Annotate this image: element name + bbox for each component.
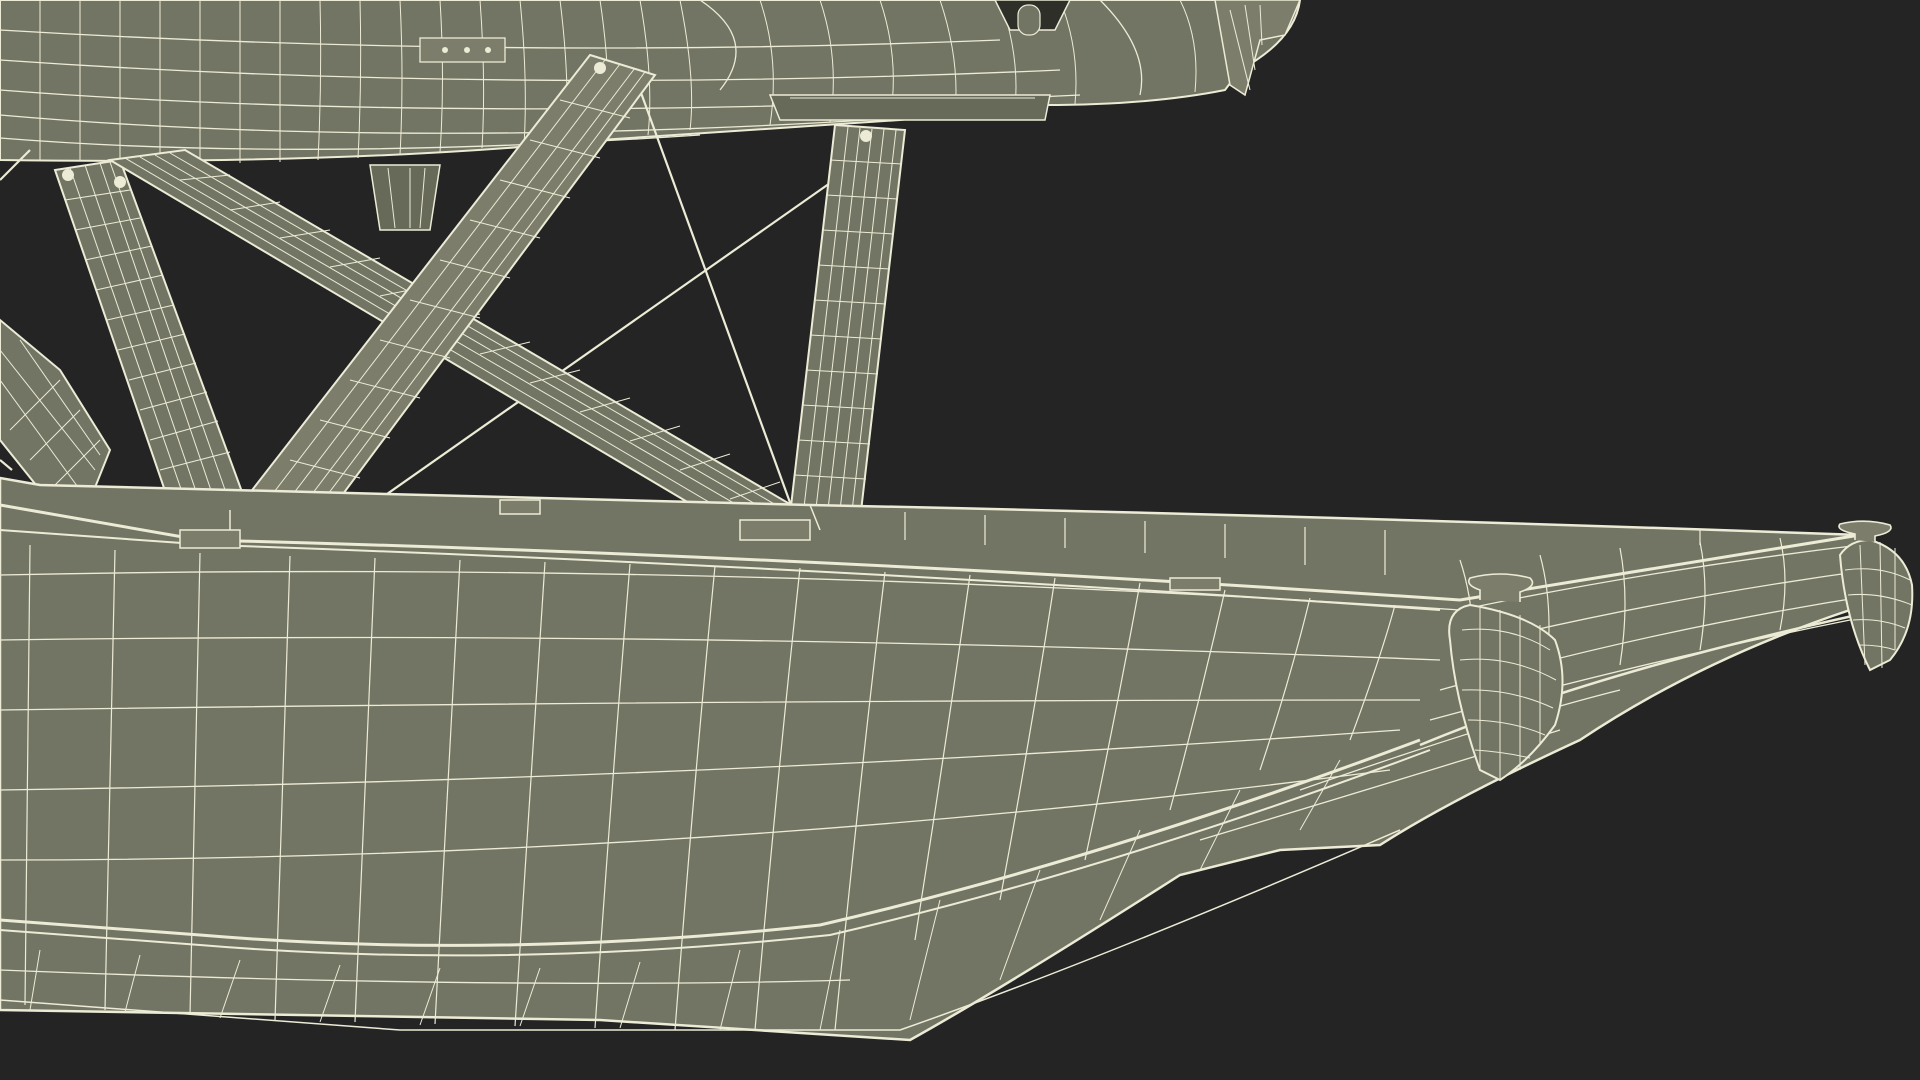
- wireframe-render: [0, 0, 1920, 1080]
- viewport-canvas: [0, 0, 1920, 1080]
